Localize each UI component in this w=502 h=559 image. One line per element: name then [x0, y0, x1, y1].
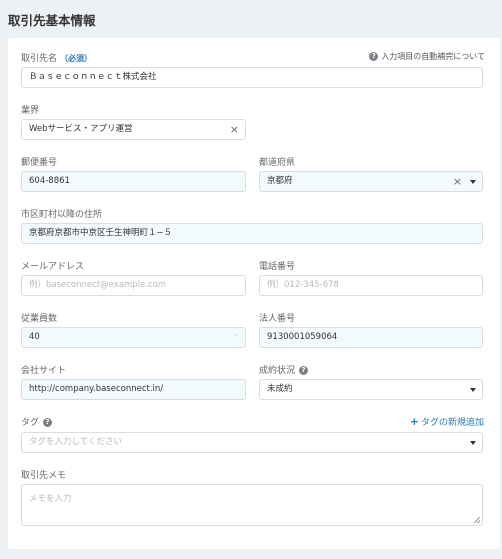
corporate-number-label: 法人番号 — [259, 314, 296, 324]
page-title: 取引先基本情報 — [8, 13, 96, 28]
memo-label: 取引先メモ — [21, 471, 67, 481]
clear-icon[interactable]: × — [230, 120, 239, 139]
prefecture-value: 京都府 — [267, 176, 293, 186]
deal-status-label-text: 成約状況 — [259, 366, 296, 376]
employees-value: 40 — [29, 332, 40, 342]
clear-icon[interactable]: × — [453, 172, 462, 191]
website-input[interactable]: http://company.baseconnect.in/ — [21, 379, 246, 400]
postal-code-label: 郵便番号 — [21, 158, 58, 168]
help-icon: ? — [369, 52, 379, 61]
industry-select[interactable]: Webサービス・アプリ運営 × — [21, 119, 246, 140]
help-icon[interactable]: ? — [43, 418, 53, 427]
tags-label: タグ? — [21, 415, 53, 428]
postal-code-value: 604-8861 — [29, 176, 70, 186]
address-input[interactable]: 京都府京都市中京区壬生神明町１−５ — [21, 223, 483, 244]
company-info-form: ? 入力項目の自動補完について 取引先名 （必須） Ｂａｓｅｃｏｎｎｅｃｔ株式会社 … — [8, 38, 500, 549]
chevron-down-icon[interactable] — [470, 441, 476, 445]
phone-placeholder: 例）012-345-678 — [267, 280, 339, 290]
prefecture-label: 都道府県 — [259, 158, 296, 168]
memo-textarea[interactable]: メモを入力 — [21, 484, 483, 526]
website-label: 会社サイト — [21, 366, 67, 376]
resize-handle-icon[interactable] — [474, 517, 480, 523]
company-name-input[interactable]: Ｂａｓｅｃｏｎｎｅｃｔ株式会社 — [21, 67, 483, 88]
memo-placeholder: メモを入力 — [29, 494, 72, 504]
postal-code-input[interactable]: 604-8861 — [21, 171, 246, 192]
phone-label: 電話番号 — [259, 262, 296, 272]
corporate-number-value: 9130001059064 — [267, 332, 338, 342]
website-value: http://company.baseconnect.in/ — [29, 384, 164, 394]
company-name-label: 取引先名 （必須） — [21, 51, 92, 64]
add-tag-label: タグの新規追加 — [420, 418, 484, 428]
company-name-label-text: 取引先名 — [21, 54, 58, 64]
email-placeholder: 例）baseconnect@example.com — [29, 280, 167, 290]
autocomplete-help-link[interactable]: ? 入力項目の自動補完について — [369, 51, 485, 62]
company-name-value: Ｂａｓｅｃｏｎｎｅｃｔ株式会社 — [29, 72, 157, 82]
phone-input[interactable]: 例）012-345-678 — [259, 275, 483, 296]
help-icon[interactable]: ? — [299, 366, 309, 375]
chevron-down-icon[interactable] — [470, 388, 476, 392]
add-tag-button[interactable]: + タグの新規追加 — [410, 415, 484, 428]
deal-status-select[interactable]: 未成約 — [259, 379, 483, 400]
tags-label-text: タグ — [21, 418, 40, 428]
email-label: メールアドレス — [21, 262, 85, 272]
chevron-down-icon[interactable] — [470, 180, 476, 184]
industry-value: Webサービス・アプリ運営 — [29, 124, 133, 134]
industry-label: 業界 — [21, 106, 40, 116]
email-input[interactable]: 例）baseconnect@example.com — [21, 275, 246, 296]
employees-input[interactable]: 40 ⌃ — [21, 327, 246, 348]
address-label: 市区町村以降の住所 — [21, 210, 103, 220]
plus-icon: + — [409, 415, 419, 428]
tags-input[interactable]: タグを入力してください — [21, 432, 483, 453]
deal-status-label: 成約状況? — [259, 363, 309, 376]
required-badge: （必須） — [60, 54, 93, 63]
prefecture-select[interactable]: 京都府 × — [259, 171, 483, 192]
stepper-icon[interactable]: ⌃ — [233, 328, 239, 347]
tags-placeholder: タグを入力してください — [29, 437, 122, 447]
autocomplete-help-label: 入力項目の自動補完について — [381, 52, 485, 61]
employees-label: 従業員数 — [21, 314, 58, 324]
deal-status-value: 未成約 — [267, 384, 293, 394]
address-value: 京都府京都市中京区壬生神明町１−５ — [29, 228, 173, 238]
corporate-number-input[interactable]: 9130001059064 — [259, 327, 483, 348]
